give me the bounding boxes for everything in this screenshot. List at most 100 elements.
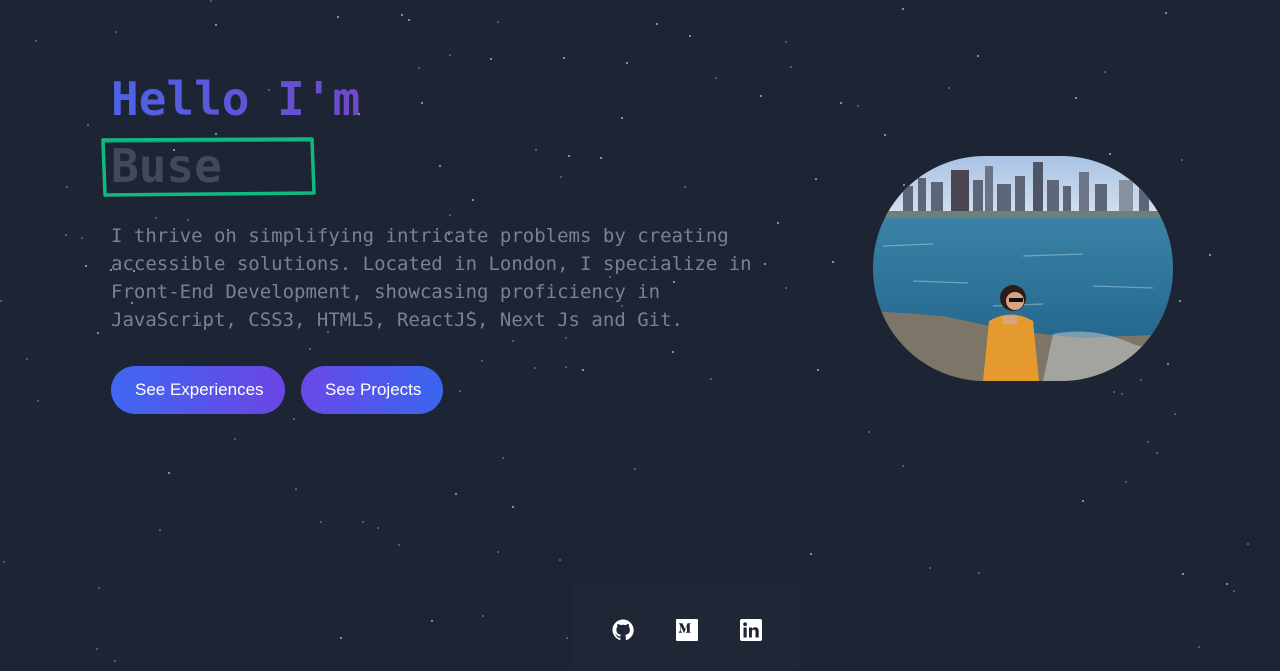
star-dot [309,348,311,350]
star-dot [1082,500,1084,502]
star-dot [455,493,457,495]
star-dot [977,55,979,57]
star-dot [565,366,567,368]
star-dot [215,24,217,26]
star-dot [320,521,322,523]
star-dot [1174,413,1176,415]
star-dot [472,199,474,201]
star-dot [293,418,295,420]
star-dot [66,186,68,188]
star-dot [35,40,37,42]
star-dot [884,134,886,136]
star-dot [1113,391,1115,393]
star-dot [857,105,859,107]
star-dot [1247,543,1249,545]
star-dot [868,431,870,433]
star-dot [449,54,451,56]
star-dot [295,488,297,490]
see-projects-button[interactable]: See Projects [301,366,443,414]
star-dot [215,133,217,135]
star-dot [534,367,536,369]
star-dot [566,637,568,639]
star-dot [1198,646,1200,648]
star-dot [398,544,400,546]
profile-photo [873,156,1173,381]
star-dot [340,637,342,639]
star-dot [168,472,170,474]
medium-icon[interactable] [675,618,699,642]
star-dot [760,95,762,97]
star-dot [1165,12,1167,14]
star-dot [497,551,499,553]
star-dot [903,184,905,186]
star-dot [929,567,931,569]
hero-intro-text: I thrive on simplifying intricate proble… [111,225,752,331]
star-dot [582,369,584,371]
star-dot [560,176,562,178]
star-dot [1075,97,1077,99]
star-dot [563,57,565,59]
star-dot [684,186,686,188]
star-dot [600,157,602,159]
star-dot [401,14,403,16]
star-dot [626,62,628,64]
star-dot [418,67,420,69]
star-dot [26,358,28,360]
star-dot [902,465,904,467]
star-dot [96,648,98,650]
star-dot [565,337,567,339]
star-dot [159,529,161,531]
star-dot [710,378,712,380]
star-dot [1182,573,1184,575]
star-dot [482,615,484,617]
star-dot [87,124,89,126]
star-dot [210,0,212,2]
page: Hello I'm Buse I thrive on simplifying i… [0,0,1280,671]
star-dot [459,390,461,392]
star-dot [1209,254,1211,256]
star-dot [155,217,157,219]
star-dot [1181,159,1183,161]
star-dot [1140,379,1142,381]
star-dot [512,506,514,508]
star-dot [948,87,950,89]
star-dot [785,41,787,43]
star-dot [634,468,636,470]
star-dot [502,457,504,459]
star-dot [815,178,817,180]
star-dot [1233,590,1235,592]
star-dot [535,149,537,151]
star-dot [3,561,5,563]
hero-name: Buse [111,139,222,193]
star-dot [377,527,379,529]
star-dot [337,16,339,18]
star-dot [481,360,483,362]
star-dot [97,332,99,334]
star-dot [115,31,117,33]
star-dot [1121,393,1123,395]
star-dot [810,553,812,555]
star-dot [512,340,514,342]
star-dot [85,265,87,267]
see-experiences-button[interactable]: See Experiences [111,366,285,414]
star-dot [1179,300,1181,302]
star-dot [1156,452,1158,454]
star-dot [832,261,834,263]
star-dot [0,300,2,302]
star-dot [65,234,67,236]
github-icon[interactable] [611,618,635,642]
star-dot [81,237,83,239]
star-dot [187,219,189,221]
star-dot [98,587,100,589]
star-dot [497,21,499,23]
star-dot [439,165,441,167]
hero-name-wrapper: Buse [100,136,316,198]
star-dot [902,8,904,10]
star-dot [37,400,39,402]
star-dot [1167,363,1169,365]
star-dot [408,19,410,21]
star-dot [840,102,842,104]
star-dot [362,521,364,523]
star-dot [568,155,570,157]
linkedin-icon[interactable] [739,618,763,642]
